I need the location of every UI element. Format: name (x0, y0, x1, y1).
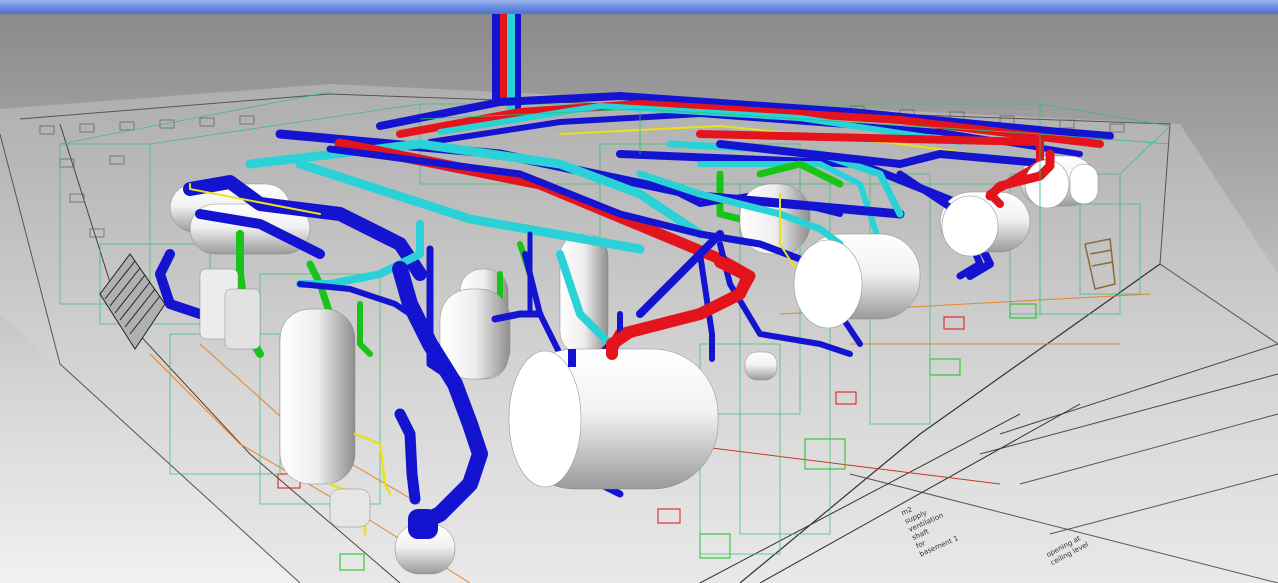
window-title-bar (0, 0, 1278, 15)
vertical-riser (492, 14, 521, 109)
plant-room-model (0, 14, 1278, 583)
3d-model-viewport[interactable]: m2 supply ventilation shaft for basement… (0, 14, 1278, 583)
horizontal-tank-front (508, 348, 719, 490)
